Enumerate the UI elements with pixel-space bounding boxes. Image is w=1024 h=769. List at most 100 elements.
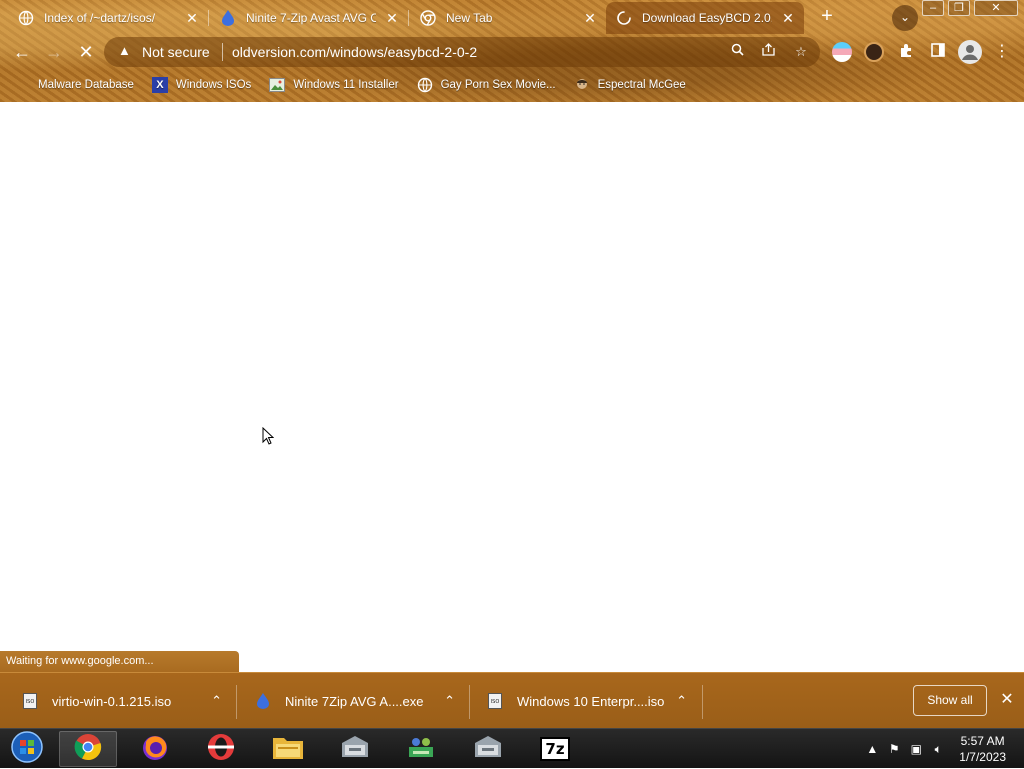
- installer-icon: [339, 733, 371, 766]
- start-button[interactable]: [0, 730, 54, 768]
- mouse-cursor-icon: [262, 426, 275, 450]
- taskbar-opera[interactable]: [192, 731, 250, 767]
- search-icon[interactable]: [728, 43, 746, 61]
- svg-text:ISO: ISO: [491, 699, 500, 705]
- download-item[interactable]: ISO virtio-win-0.1.215.iso ⌃: [22, 687, 222, 715]
- tab-title: Download EasyBCD 2.0.2 (: [642, 11, 772, 25]
- close-icon[interactable]: ✕: [582, 10, 598, 26]
- clock-date: 1/7/2023: [959, 750, 1006, 764]
- taskbar-file-explorer[interactable]: [259, 731, 317, 767]
- tab-easybcd[interactable]: Download EasyBCD 2.0.2 ( ✕: [606, 2, 804, 34]
- back-arrow-icon: ←: [13, 42, 31, 62]
- tab-ninite[interactable]: Ninite 7-Zip Avast AVG C ✕: [210, 2, 408, 34]
- bookmark-windows-isos[interactable]: X Windows ISOs: [151, 77, 252, 93]
- image-icon: [269, 77, 286, 93]
- download-filename: Windows 10 Enterpr....iso: [517, 693, 665, 709]
- taskbar-installer-2[interactable]: [459, 731, 517, 767]
- tab-title: Ninite 7-Zip Avast AVG C: [246, 11, 376, 25]
- chevron-up-icon[interactable]: ⌃: [676, 693, 687, 709]
- start-orb-icon: [11, 730, 43, 768]
- chevron-up-icon[interactable]: ⌃: [211, 693, 222, 709]
- taskbar-firefox[interactable]: [126, 731, 184, 767]
- taskbar-chrome[interactable]: [59, 731, 117, 767]
- ninite-icon: [220, 10, 236, 26]
- divider: [469, 685, 470, 719]
- side-panel-icon[interactable]: [928, 42, 948, 62]
- download-item[interactable]: ISO Windows 10 Enterpr....iso ⌃: [487, 687, 687, 715]
- avatar-icon: [574, 77, 590, 93]
- stop-loading-button[interactable]: ✕: [74, 40, 98, 64]
- bookmark-label: Gay Porn Sex Movie...: [440, 79, 556, 91]
- new-tab-button[interactable]: +: [816, 6, 838, 28]
- extensions-puzzle-icon[interactable]: [896, 42, 916, 62]
- tab-title: Index of /~dartz/isos/: [44, 11, 156, 25]
- loading-icon: [616, 10, 632, 26]
- bookmark-windows-11-installer[interactable]: Windows 11 Installer: [269, 77, 399, 93]
- forward-arrow-icon: →: [45, 42, 63, 62]
- download-item[interactable]: Ninite 7Zip AVG A....exe ⌃: [255, 687, 455, 715]
- minimize-button[interactable]: –: [922, 0, 944, 16]
- forward-button[interactable]: →: [42, 40, 66, 64]
- action-center-flag-icon[interactable]: ⚑: [883, 742, 905, 756]
- network-people-icon: [405, 733, 437, 766]
- tab-index-dartz[interactable]: Index of /~dartz/isos/ ✕: [8, 2, 208, 34]
- network-icon[interactable]: ▣: [905, 742, 927, 756]
- star-icon[interactable]: ☆: [792, 43, 810, 61]
- clock[interactable]: 5:57 AM 1/7/2023: [959, 733, 1006, 765]
- address-bar[interactable]: ▲ Not secure oldversion.com/windows/easy…: [104, 37, 820, 67]
- bookmark-espectral-mcgee[interactable]: Espectral McGee: [574, 77, 686, 93]
- url-text[interactable]: oldversion.com/windows/easybcd-2-0-2: [232, 44, 477, 60]
- window-close-button[interactable]: ✕: [974, 0, 1018, 16]
- download-filename: virtio-win-0.1.215.iso: [52, 693, 172, 709]
- account-icon[interactable]: [958, 40, 982, 64]
- page-content[interactable]: [0, 102, 1024, 672]
- warning-icon[interactable]: ▲: [118, 43, 131, 58]
- bookmark-malware-database[interactable]: Malware Database: [14, 77, 134, 93]
- taskbar-installer[interactable]: [326, 731, 384, 767]
- tab-title: New Tab: [446, 11, 493, 25]
- 7zip-icon: 7z: [540, 737, 570, 761]
- taskbar: 7z ▲ ⚑ ▣ 🔈︎ 5:57 AM 1/7/2023: [0, 728, 1024, 768]
- chevron-down-icon: ⌄: [899, 10, 911, 24]
- menu-kebab-icon[interactable]: ⋮: [992, 42, 1012, 62]
- download-filename: Ninite 7Zip AVG A....exe: [285, 693, 424, 709]
- globe-icon: [417, 77, 433, 93]
- close-icon[interactable]: ✕: [780, 10, 796, 26]
- chrome-icon: [420, 10, 436, 26]
- browser-frame: Index of /~dartz/isos/ ✕ Ninite 7-Zip Av…: [0, 0, 1024, 102]
- close-icon[interactable]: ✕: [184, 10, 200, 26]
- profile-avatar-icon[interactable]: [864, 42, 884, 62]
- chevron-up-icon[interactable]: ⌃: [444, 693, 455, 709]
- show-all-button[interactable]: Show all: [913, 685, 987, 716]
- ninite-icon: [255, 693, 271, 709]
- clock-time: 5:57 AM: [960, 734, 1005, 748]
- x-logo-icon: X: [151, 77, 168, 93]
- divider: [222, 43, 223, 61]
- system-tray: ▲ ⚑ ▣ 🔈︎ 5:57 AM 1/7/2023: [861, 729, 1024, 769]
- share-icon[interactable]: [760, 43, 778, 61]
- status-bubble: Waiting for www.google.com...: [0, 651, 239, 672]
- tab-separator: [408, 10, 409, 26]
- back-button[interactable]: ←: [10, 40, 34, 64]
- taskbar-7zip[interactable]: 7z: [526, 731, 584, 767]
- close-icon[interactable]: ✕: [998, 691, 1016, 709]
- bookmarks-bar: Malware Database X Windows ISOs Windows …: [0, 72, 1024, 98]
- toolbar: ← → ✕ ▲ Not secure oldversion.com/window…: [0, 34, 1024, 70]
- taskbar-network-people[interactable]: [392, 731, 450, 767]
- divider: [702, 685, 703, 719]
- bookmark-gay-porn-sex-movie[interactable]: Gay Porn Sex Movie...: [417, 77, 556, 93]
- close-icon[interactable]: ✕: [384, 10, 400, 26]
- restore-button[interactable]: ❐: [948, 0, 970, 16]
- tab-separator: [208, 10, 209, 26]
- volume-icon[interactable]: 🔈︎: [927, 742, 949, 757]
- extension-flag-icon[interactable]: [832, 42, 852, 62]
- tab-new-tab[interactable]: New Tab ✕: [410, 2, 606, 34]
- bookmark-label: Windows 11 Installer: [293, 79, 399, 91]
- globe-icon: [18, 10, 34, 26]
- security-label[interactable]: Not secure: [142, 44, 210, 60]
- bookmark-label: Windows ISOs: [175, 79, 252, 91]
- divider: [236, 685, 237, 719]
- tray-expand-icon[interactable]: ▲: [861, 742, 883, 756]
- tab-search-button[interactable]: ⌄: [892, 5, 918, 31]
- tab-strip: Index of /~dartz/isos/ ✕ Ninite 7-Zip Av…: [0, 0, 1024, 34]
